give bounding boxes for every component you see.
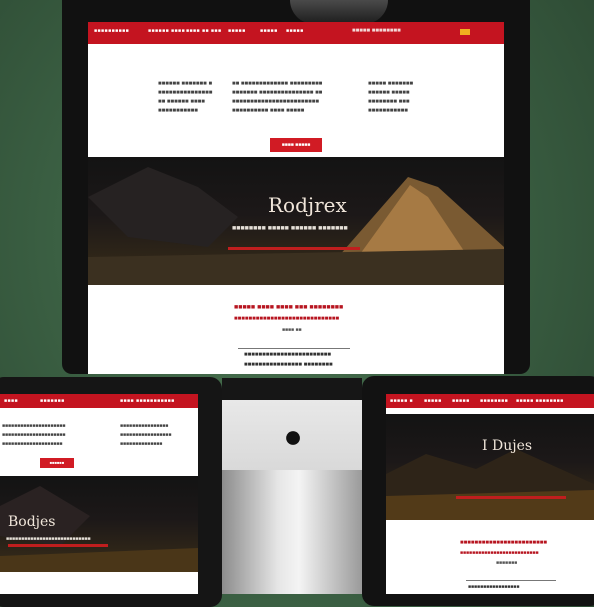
hero-title: Rodjrex [268,193,347,217]
hero-banner: Rodjrex ■■■■■■■■ ■■■■■ ■■■■■■ ■■■■■■■ [88,157,504,285]
feature-column-1-line: ■■■■■■■■■■■ [158,108,198,114]
hero-subtitle: ■■■■■■■■ ■■■■■ ■■■■■■ ■■■■■■■ [232,225,348,232]
feature-column-2-line: ■■ ■■■■■■■■■■■■■ ■■■■■■■■■ [232,81,323,87]
section-heading: ■■■■■ ■■■■ ■■■■ ■■■ ■■■■■■■■ [234,304,344,311]
divider-line [238,348,350,349]
feature-column-3-line: ■■■■■ ■■■■■■■ [368,81,414,87]
left-tablet-column-1: ■■■■■■■■■■■■■■■■■■■■■ ■■■■■■■■■■■■■■■■■■… [2,422,65,449]
right-tablet-divider [466,580,556,581]
right-tablet-section-subheading: ■■■■■■■■■■■■■■■■■■■■■■■■■■ [460,550,539,556]
right-tablet-bottom-text: ■■■■■■■■■■■■■■■■■ [468,584,520,590]
left-tablet-column-2-line: ■■■■■■■■■■■■■■■■ [120,423,169,429]
left-tablet-navbar: ■■■■ ■■■■■■■ ■■■■ ■■■■■■■■■■■ [0,394,198,408]
nav-link-2[interactable]: ■■■■■■ ■■■■ [148,28,185,34]
left-nav-link-1[interactable]: ■■■■ [4,398,18,404]
left-tablet-column-2: ■■■■■■■■■■■■■■■■ ■■■■■■■■■■■■■■■■■ ■■■■■… [120,422,171,449]
right-nav-link-4[interactable]: ■■■■■■■■ [480,398,508,404]
monitor-camera-notch [290,0,388,24]
feature-column-3-line: ■■■■■■■■■■■ [368,108,408,114]
feature-column-1-line: ■■■■■■■■■■■■■■■ [158,90,213,96]
left-tablet-column-1-line: ■■■■■■■■■■■■■■■■■■■■■ [2,423,66,429]
right-tablet-accent-bar [456,496,566,499]
left-tablet-column-1-line: ■■■■■■■■■■■■■■■■■■■■ [2,441,63,447]
right-nav-link-3[interactable]: ■■■■■ [452,398,470,404]
left-tablet-column-2-line: ■■■■■■■■■■■■■■■■■ [120,432,172,438]
nav-link-5[interactable]: ■■■■■ [260,28,278,34]
nav-link-6[interactable]: ■■■■■ [286,28,304,34]
right-nav-link-5[interactable]: ■■■■■ ■■■■■■■■ [516,398,564,404]
hero-accent-bar [228,247,360,250]
feature-column-2-line: ■■■■■■■■■■■■■■■■■■■■■■■■ [232,99,319,105]
left-tablet-screen: ■■■■ ■■■■■■■ ■■■■ ■■■■■■■■■■■ ■■■■■■■■■■… [0,394,198,594]
right-tablet-small-text: ■■■■■■■ [496,560,518,566]
right-tablet-navbar: ■■■■■ ■ ■■■■■ ■■■■■ ■■■■■■■■ ■■■■■ ■■■■■… [386,394,594,408]
bottom-text: ■■■■■■■■■■■■■■■■ ■■■■■■■■ [244,362,333,368]
left-tablet-column-2-line: ■■■■■■■■■■■■■■ [120,441,163,447]
cart-icon[interactable] [460,29,470,35]
right-tablet-screen: ■■■■■ ■ ■■■■■ ■■■■■ ■■■■■■■■ ■■■■■ ■■■■■… [386,394,594,594]
feature-column-3: ■■■■■ ■■■■■■■ ■■■■■■ ■■■■■ ■■■■■■■■ ■■■ … [368,80,438,116]
feature-column-3-line: ■■■■■■ ■■■■■ [368,90,410,96]
nav-link-4[interactable]: ■■■■■ [228,28,246,34]
main-navbar: ■■■■■■■■■■ ■■■■■■ ■■■■ ■■■■ ■■ ■■■ ■■■■■… [88,22,504,44]
nav-link-1[interactable]: ■■■■■■■■■■ [94,28,129,34]
left-nav-link-2[interactable]: ■■■■■■■ [40,398,65,404]
right-tablet-hero-image [386,449,594,520]
feature-column-3-line: ■■■■■■■■ ■■■ [368,99,410,105]
feature-column-1-line: ■■ ■■■■■■ ■■■■ [158,99,205,105]
feature-column-1-line: ■■■■■■ ■■■■■■■ ■ [158,81,213,87]
section-small-text: ■■■■ ■■ [282,327,302,333]
left-tablet-accent-bar [8,544,108,547]
right-tablet-section-heading: ■■■■■■■■■■■■■■■■■■■■■■■■ [460,540,547,546]
left-tablet-cta-button[interactable]: ■■■■■■ [40,458,74,468]
imac-stand [222,470,362,594]
bottom-heading: ■■■■■■■■■■■■■■■■■■■■■■■■ [244,352,331,358]
feature-column-2: ■■ ■■■■■■■■■■■■■ ■■■■■■■■■ ■■■■■■■ ■■■■■… [232,80,362,116]
desktop-website-screen: ■■■■■■■■■■ ■■■■■■ ■■■■ ■■■■ ■■ ■■■ ■■■■■… [88,22,504,374]
section-subheading: ■■■■■■■■■■■■■■■■■■■■■■■■■■■■■ [234,316,340,322]
cta-button[interactable]: ■■■■ ■■■■■ [270,138,322,152]
left-nav-link-3[interactable]: ■■■■ ■■■■■■■■■■■ [120,398,175,404]
apple-logo-icon: ● [283,418,303,454]
left-tablet-hero-subtitle: ■■■■■■■■■■■■■■■■■■■■■■■■■■■■ [6,536,91,542]
left-tablet-hero: Bodjes ■■■■■■■■■■■■■■■■■■■■■■■■■■■■ [0,476,198,572]
left-tablet-hero-title: Bodjes [8,514,56,530]
right-nav-link-1[interactable]: ■■■■■ ■ [390,398,413,404]
feature-column-2-line: ■■■■■■■■■■ ■■■■ ■■■■■ [232,108,305,114]
feature-column-1: ■■■■■■ ■■■■■■■ ■ ■■■■■■■■■■■■■■■ ■■ ■■■■… [158,80,228,116]
right-tablet-hero: I Dujes [386,414,594,520]
nav-link-3[interactable]: ■■■■ ■■ ■■■ [186,28,221,34]
right-nav-link-2[interactable]: ■■■■■ [424,398,442,404]
hero-landscape-image [88,167,504,285]
right-tablet-hero-title: I Dujes [482,438,533,454]
left-tablet-column-1-line: ■■■■■■■■■■■■■■■■■■■■■ [2,432,66,438]
brand-name[interactable]: ■■■■■ ■■■■■■■■ [352,28,401,34]
feature-column-2-line: ■■■■■■■ ■■■■■■■■■■■■■■■ ■■ [232,90,323,96]
